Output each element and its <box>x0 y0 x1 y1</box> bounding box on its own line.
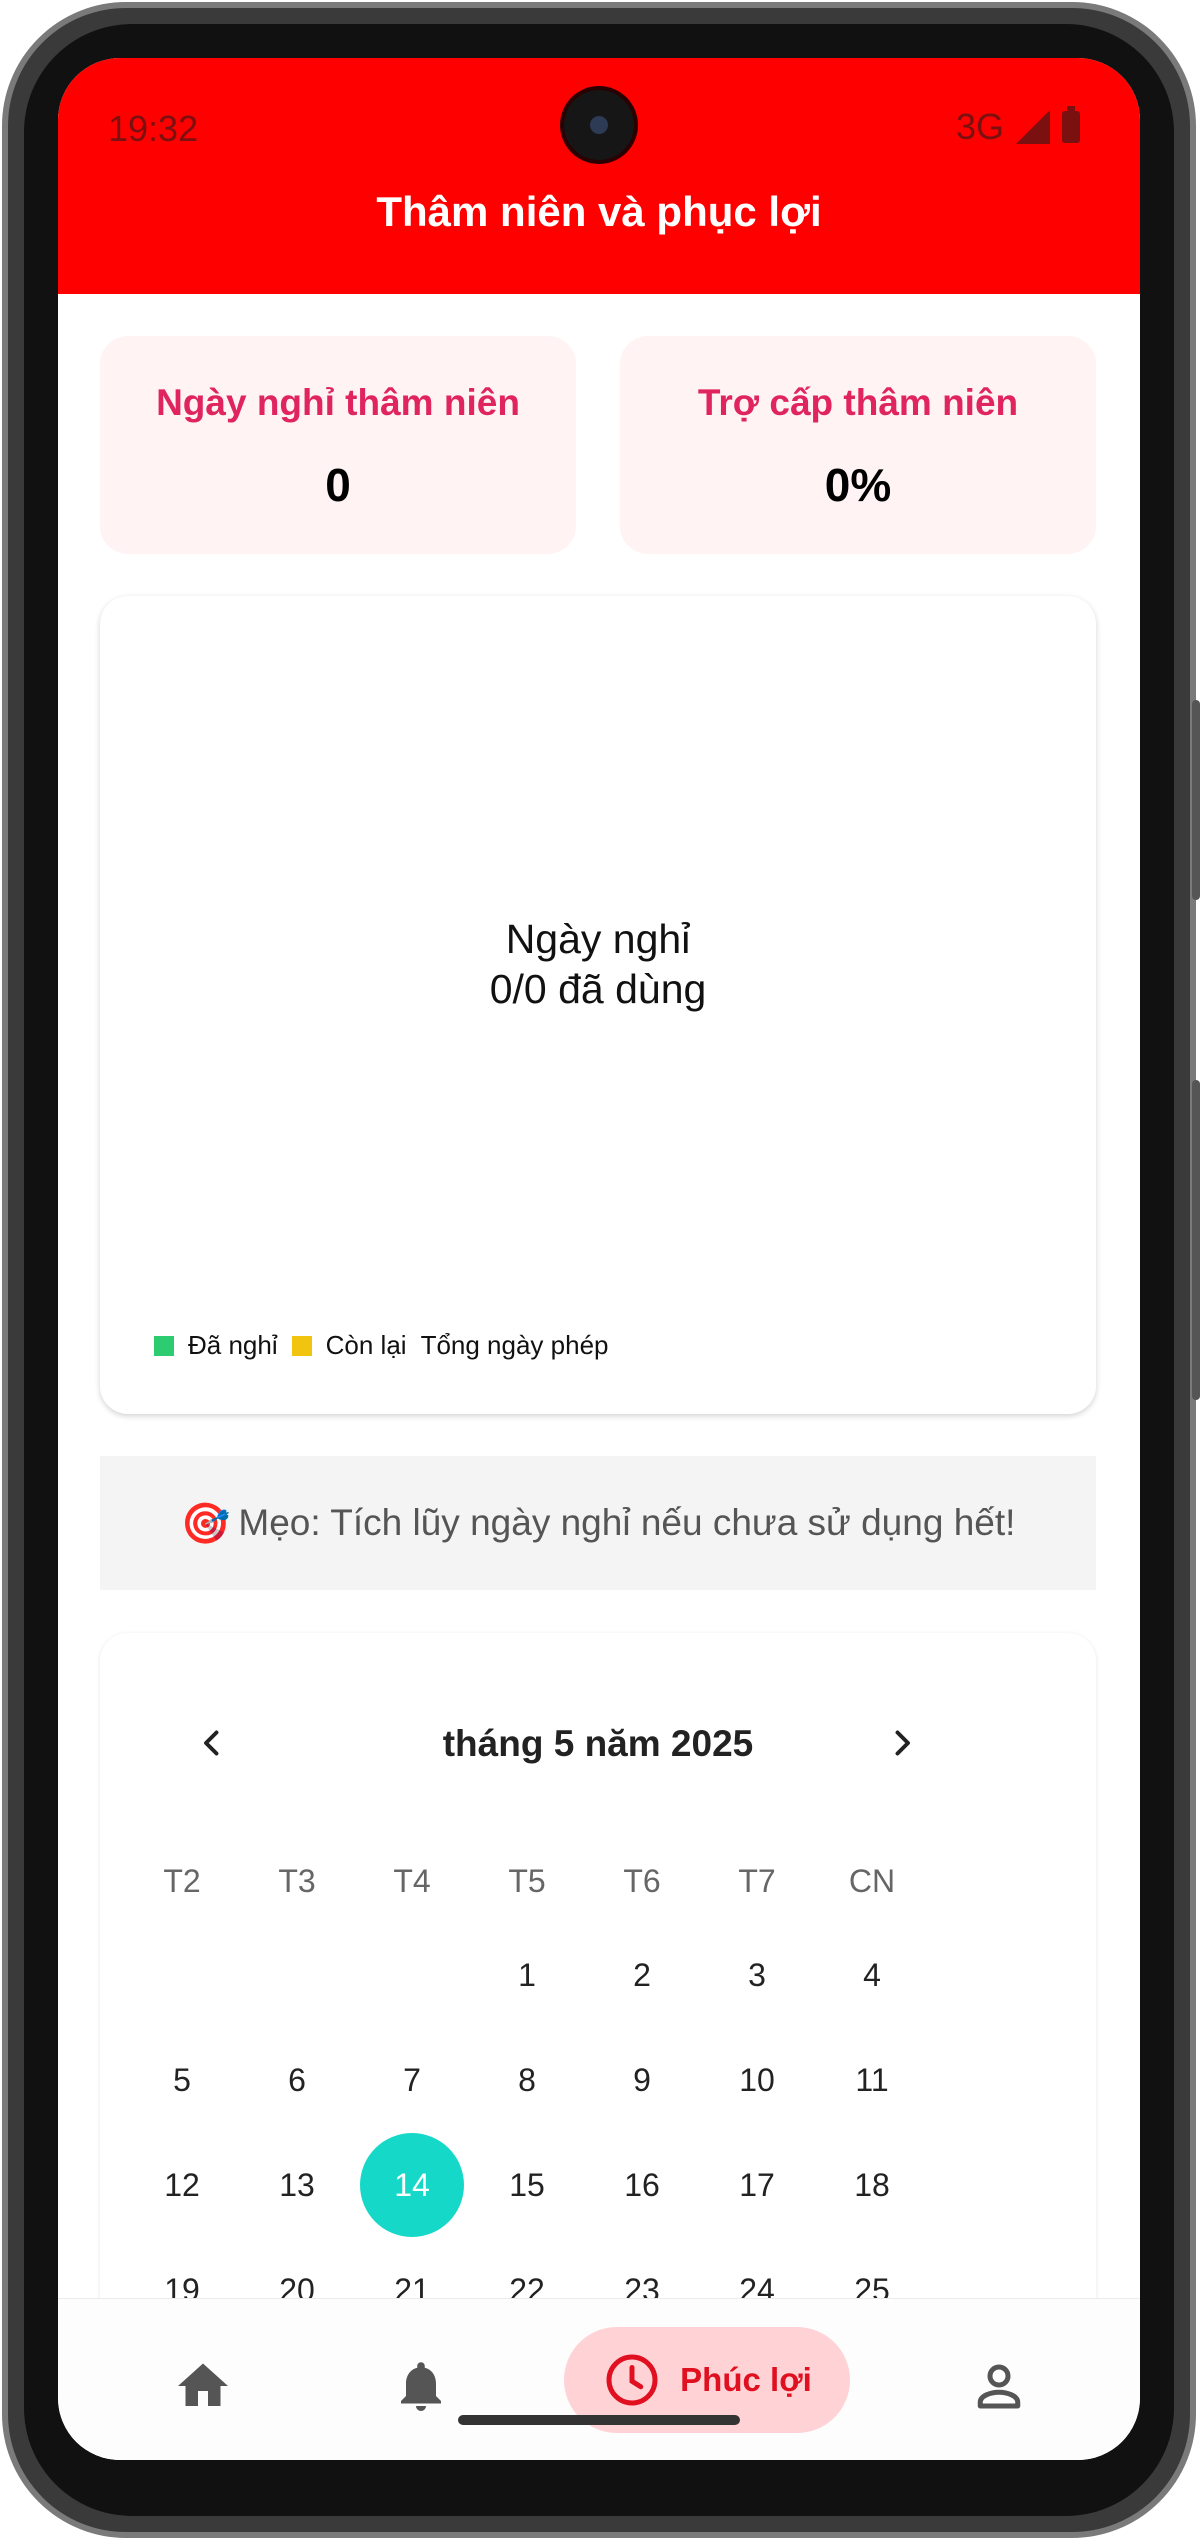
nav-notifications[interactable] <box>384 2349 458 2423</box>
tip-banner: 🎯 Mẹo: Tích lũy ngày nghỉ nếu chưa sử dụ… <box>100 1456 1096 1590</box>
front-camera <box>564 90 634 160</box>
weekday-label: T2 <box>163 1863 201 1899</box>
calendar-day[interactable]: 6 <box>245 2028 349 2132</box>
page-title: Thâm niên và phục lợi <box>376 188 822 235</box>
calendar-day[interactable]: 9 <box>590 2028 694 2132</box>
calendar-day-selected[interactable]: 14 <box>360 2133 464 2237</box>
weekday-label: T5 <box>508 1863 546 1899</box>
app-screen: 19:32 3G Thâm niên và phục lợi Ngày nghỉ… <box>58 58 1140 2460</box>
legend-item-total: Tổng ngày phép <box>421 1330 609 1361</box>
legend-swatch-remaining <box>291 1335 312 1356</box>
tip-text: Mẹo: Tích lũy ngày nghỉ nếu chưa sử dụng… <box>238 1502 1016 1543</box>
seniority-allowance-label: Trợ cấp thâm niên <box>697 382 1019 423</box>
legend-label-used: Đã nghỉ <box>188 1330 278 1360</box>
home-icon <box>178 2363 228 2406</box>
power-button <box>1192 1080 1200 1400</box>
legend-item-used: Đã nghỉ <box>154 1330 278 1361</box>
calendar-day[interactable]: 18 <box>820 2133 924 2237</box>
person-icon <box>977 2364 1021 2409</box>
target-icon: 🎯 <box>180 1501 231 1546</box>
calendar-day[interactable]: 3 <box>705 1923 809 2027</box>
chevron-right-icon <box>895 1730 910 1756</box>
calendar-day[interactable]: 13 <box>245 2133 349 2237</box>
donut-center-title: Ngày nghỉ <box>505 916 691 962</box>
legend-item-remaining: Còn lại <box>291 1330 407 1361</box>
weekday-label: CN <box>848 1863 896 1899</box>
app-header: 19:32 3G Thâm niên và phục lợi <box>58 58 1140 294</box>
weekday-label: T3 <box>278 1863 316 1899</box>
donut-center-label: Ngày nghỉ 0/0 đã dùng <box>100 914 1096 1014</box>
calendar-day[interactable]: 2 <box>590 1923 694 2027</box>
legend-label-total: Tổng ngày phép <box>420 1330 609 1360</box>
calendar-day[interactable]: 1 <box>475 1923 579 2027</box>
calendar-day[interactable]: 15 <box>475 2133 579 2237</box>
seniority-leave-label: Ngày nghỉ thâm niên <box>156 382 520 423</box>
clock-icon <box>606 2354 658 2406</box>
calendar-day[interactable]: 11 <box>820 2028 924 2132</box>
leave-chart-card: Ngày nghỉ 0/0 đã dùng Đã nghỉ Còn lại Tổ… <box>100 596 1096 1414</box>
volume-button <box>1192 700 1200 900</box>
seniority-allowance-value: 0% <box>824 459 892 511</box>
legend-swatch-used <box>154 1335 174 1356</box>
calendar-day[interactable]: 10 <box>705 2028 809 2132</box>
home-indicator[interactable] <box>458 2415 740 2425</box>
bell-icon <box>401 2362 441 2411</box>
calendar-day[interactable]: 8 <box>475 2028 579 2132</box>
seniority-leave-card: Ngày nghỉ thâm niên 0 <box>100 336 576 554</box>
calendar-day[interactable]: 5 <box>130 2028 234 2132</box>
status-time: 19:32 <box>108 108 199 149</box>
battery-icon <box>1062 106 1080 143</box>
bottom-navigation: Phúc lợi <box>58 2298 1140 2460</box>
legend-label-remaining: Còn lại <box>325 1330 407 1360</box>
nav-profile[interactable] <box>962 2349 1036 2423</box>
network-type: 3G <box>955 106 1004 147</box>
calendar-month-title: tháng 5 năm 2025 <box>442 1723 754 1764</box>
weekday-label: T4 <box>393 1863 431 1899</box>
nav-home[interactable] <box>166 2349 240 2423</box>
calendar-day[interactable]: 4 <box>820 1923 924 2027</box>
donut-center-value: 0/0 đã dùng <box>489 966 707 1012</box>
chart-legend: Đã nghỉ Còn lại Tổng ngày phép <box>154 1330 623 1361</box>
calendar-day[interactable]: 16 <box>590 2133 694 2237</box>
weekday-label: T6 <box>623 1863 661 1899</box>
weekday-label: T7 <box>738 1863 776 1899</box>
status-indicators: 3G <box>956 106 1080 148</box>
signal-icon <box>1016 110 1050 144</box>
calendar-day[interactable]: 7 <box>360 2028 464 2132</box>
calendar-day[interactable]: 12 <box>130 2133 234 2237</box>
seniority-allowance-card: Trợ cấp thâm niên 0% <box>620 336 1096 554</box>
calendar-day[interactable]: 17 <box>705 2133 809 2237</box>
next-month-button[interactable] <box>872 1713 932 1773</box>
seniority-leave-value: 0 <box>325 459 351 511</box>
nav-benefits-label: Phúc lợi <box>680 2361 812 2398</box>
